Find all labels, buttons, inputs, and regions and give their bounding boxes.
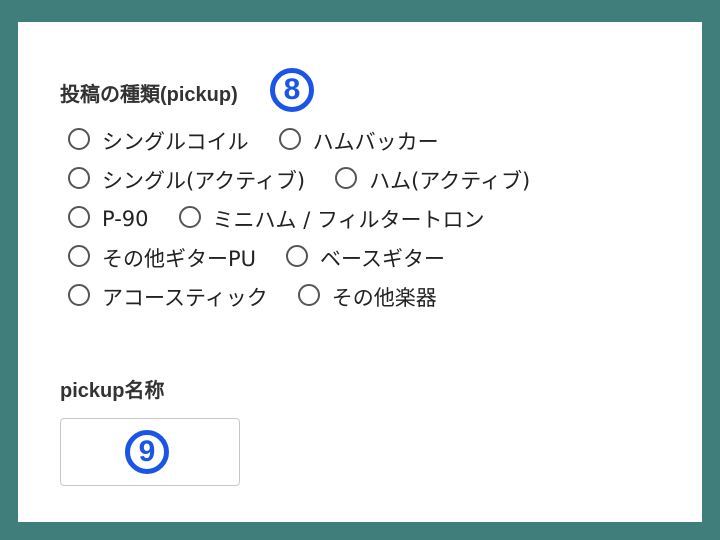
radio-single-coil[interactable]: シングルコイル [68,126,249,156]
radio-p90[interactable]: P-90 [68,206,149,231]
radio-row-2: シングル(アクティブ) ハム(アクティブ) [68,165,560,195]
radio-button-icon[interactable] [297,284,320,306]
radio-label: その他ギターPU [102,247,257,271]
radio-button-icon[interactable] [68,284,90,306]
radio-hum-active[interactable]: ハム(アクティブ) [335,165,530,195]
radio-acoustic[interactable]: アコースティック [68,282,268,312]
post-type-label: 投稿の種類(pickup) [60,84,238,106]
radio-row-1: シングルコイル ハムバッカー [68,126,469,156]
radio-label: アコースティック [102,286,268,310]
radio-label: シングル(アクティブ) [102,169,306,193]
radio-other-instrument[interactable]: その他楽器 [297,282,437,312]
radio-button-icon[interactable] [286,245,309,267]
radio-row-3: P-90 ミニハム / フィルタートロン [68,204,515,234]
radio-humbucker[interactable]: ハムバッカー [278,126,439,156]
radio-button-icon[interactable] [68,167,90,189]
radio-button-icon[interactable] [68,206,90,228]
radio-label: ベースギター [320,247,445,271]
radio-label: ミニハム / フィルタートロン [212,208,485,232]
radio-button-icon[interactable] [335,167,358,189]
step-marker-8: 8 [270,68,314,112]
radio-bass-guitar[interactable]: ベースギター [286,243,445,273]
form-panel: 投稿の種類(pickup) 8 シングルコイル ハムバッカー シングル(アクティ… [18,22,702,522]
radio-button-icon[interactable] [278,128,301,150]
radio-single-active[interactable]: シングル(アクティブ) [68,165,305,195]
radio-label: その他楽器 [331,286,437,310]
radio-other-guitar-pu[interactable]: その他ギターPU [68,243,256,273]
pickup-name-input[interactable]: 9 [60,418,240,486]
radio-label: ハム(アクティブ) [369,169,531,193]
pickup-name-label: pickup名称 [60,380,165,402]
radio-minihum-filtertron[interactable]: ミニハム / フィルタートロン [178,204,485,234]
step-marker-9: 9 [125,430,169,474]
radio-label: P-90 [102,207,149,231]
radio-row-4: その他ギターPU ベースギター [68,243,475,273]
radio-button-icon[interactable] [68,245,90,267]
radio-button-icon[interactable] [178,206,201,228]
radio-label: ハムバッカー [312,130,439,154]
radio-row-5: アコースティック その他楽器 [68,282,467,312]
radio-label: シングルコイル [102,130,249,154]
radio-button-icon[interactable] [68,128,90,150]
